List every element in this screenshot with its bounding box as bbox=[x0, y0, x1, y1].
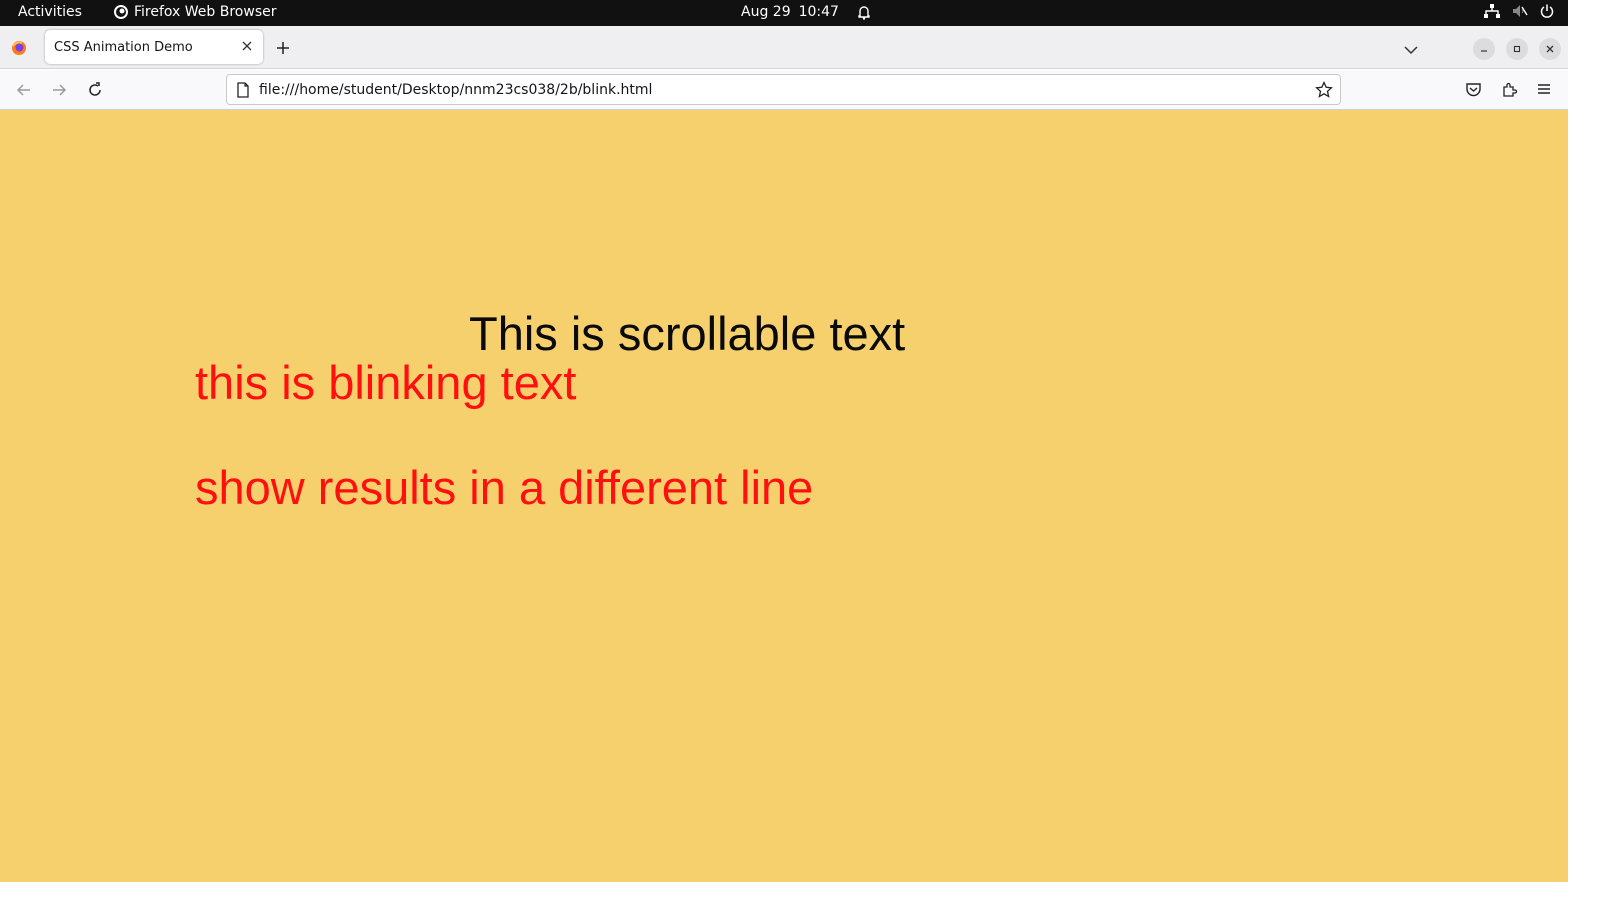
new-tab-icon[interactable] bbox=[275, 40, 291, 60]
app-name: Firefox Web Browser bbox=[134, 4, 277, 20]
clock-date: Aug 29 bbox=[741, 4, 791, 20]
page-icon bbox=[236, 82, 250, 102]
blinking-text: this is blinking text bbox=[195, 356, 577, 409]
firefox-icon bbox=[114, 5, 128, 19]
forward-icon[interactable] bbox=[50, 81, 68, 103]
tab-css-animation-demo[interactable]: CSS Animation Demo bbox=[45, 30, 263, 64]
extensions-icon[interactable] bbox=[1501, 81, 1518, 102]
restore-icon[interactable] bbox=[1506, 38, 1528, 60]
back-icon[interactable] bbox=[15, 81, 33, 103]
clock-time: 10:47 bbox=[798, 4, 839, 20]
tab-title: CSS Animation Demo bbox=[54, 39, 193, 55]
network-icon bbox=[1484, 4, 1500, 18]
close-window-icon[interactable] bbox=[1539, 38, 1561, 60]
url-text[interactable]: file:///home/student/Desktop/nnm23cs038/… bbox=[259, 82, 652, 98]
activities-button[interactable]: Activities bbox=[18, 4, 82, 20]
pocket-icon[interactable] bbox=[1465, 81, 1482, 102]
bookmark-star-icon[interactable] bbox=[1315, 80, 1333, 103]
navigation-toolbar: file:///home/student/Desktop/nnm23cs038/… bbox=[0, 70, 1568, 110]
firefox-icon bbox=[11, 40, 27, 60]
result-text: show results in a different line bbox=[195, 461, 814, 514]
close-tab-icon[interactable] bbox=[241, 40, 253, 56]
minimize-icon[interactable] bbox=[1473, 38, 1495, 60]
tab-strip: CSS Animation Demo bbox=[0, 26, 1568, 69]
clock[interactable]: Aug 29 10:47 bbox=[741, 4, 871, 20]
system-top-bar: Activities Firefox Web Browser Aug 29 10… bbox=[0, 0, 1568, 26]
chevron-down-icon[interactable] bbox=[1403, 41, 1419, 60]
reload-icon[interactable] bbox=[86, 81, 104, 103]
menu-icon[interactable] bbox=[1536, 81, 1552, 101]
scrollable-text: This is scrollable text bbox=[469, 307, 906, 360]
power-icon bbox=[1540, 4, 1554, 18]
system-tray[interactable] bbox=[1484, 4, 1554, 18]
bell-icon bbox=[857, 5, 871, 20]
page-content: This is scrollable text this is blinking… bbox=[0, 110, 1568, 882]
volume-muted-icon bbox=[1512, 4, 1528, 18]
address-bar[interactable]: file:///home/student/Desktop/nnm23cs038/… bbox=[226, 74, 1341, 105]
app-menu[interactable]: Firefox Web Browser bbox=[114, 4, 277, 20]
